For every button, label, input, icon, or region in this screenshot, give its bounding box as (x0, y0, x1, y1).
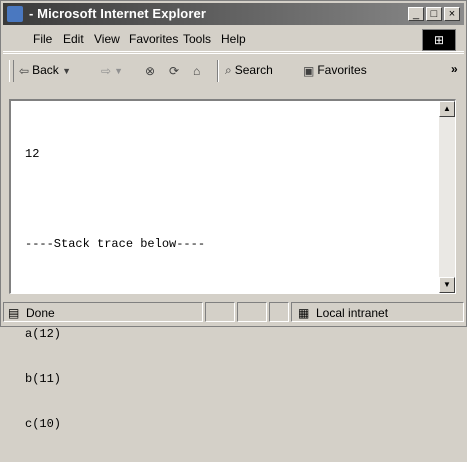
favorites-label: Favorites (317, 63, 367, 77)
output-line: 12 (25, 147, 40, 161)
scroll-down-arrow-icon[interactable]: ▼ (439, 277, 455, 293)
menu-bar: File Edit View Favorites Tools Help ⊞ (3, 27, 464, 52)
output-line: a(12) (25, 327, 62, 341)
toolbar-grip[interactable] (9, 60, 14, 82)
forward-button[interactable]: ⇨ ▼ (101, 63, 126, 78)
zone-label: Local intranet (316, 306, 389, 320)
local-intranet-icon: ▦ (298, 306, 310, 320)
refresh-button[interactable]: ⟳ (169, 63, 182, 78)
status-security-cell (237, 302, 267, 322)
home-icon: ⌂ (193, 63, 201, 78)
back-label: Back (32, 63, 59, 77)
close-button[interactable]: × (444, 7, 460, 21)
favorites-button[interactable]: ▣ Favorites (303, 63, 367, 78)
page-text: 12 ----Stack trace below---- a(12) b(11)… (25, 117, 205, 462)
forward-arrow-icon: ⇨ (101, 63, 112, 78)
search-icon: ⌕ (225, 63, 232, 78)
vertical-scrollbar[interactable]: ▲ ▼ (439, 101, 455, 293)
ie-window-icon[interactable] (7, 6, 23, 22)
scroll-up-arrow-icon[interactable]: ▲ (439, 101, 455, 117)
toolbar-overflow-button[interactable]: » (451, 62, 458, 76)
status-zone-cell: ▦ Local intranet (291, 302, 464, 322)
refresh-icon: ⟳ (169, 63, 180, 78)
windows-logo-icon: ⊞ (422, 29, 456, 51)
menu-edit[interactable]: Edit (63, 32, 84, 46)
status-progress-cell (205, 302, 235, 322)
status-text: Done (26, 306, 55, 320)
home-button[interactable]: ⌂ (193, 63, 203, 78)
maximize-button[interactable]: □ (426, 7, 442, 21)
back-button[interactable]: ⇦ Back ▼ (19, 63, 74, 78)
status-bar: ▤ Done ▦ Local intranet (3, 300, 464, 324)
stop-button[interactable]: ⊗ (145, 63, 158, 78)
standard-toolbar: ⇦ Back ▼ ⇨ ▼ ⊗ ⟳ ⌂ ⌕ Search ▣ Favorites » (3, 53, 464, 88)
title-bar[interactable]: - Microsoft Internet Explorer _ □ × (3, 3, 464, 25)
favorites-icon: ▣ (303, 63, 315, 78)
status-text-cell: ▤ Done (3, 302, 203, 322)
chevron-down-icon: ▼ (114, 65, 123, 76)
menu-file[interactable]: File (33, 32, 52, 46)
menu-view[interactable]: View (94, 32, 120, 46)
done-page-icon: ▤ (8, 306, 20, 320)
window-title: - Microsoft Internet Explorer (29, 6, 206, 21)
back-arrow-icon: ⇦ (19, 63, 30, 78)
browser-window: - Microsoft Internet Explorer _ □ × File… (0, 0, 467, 431)
output-line: c(10) (25, 417, 62, 431)
stop-icon: ⊗ (145, 63, 156, 78)
menu-help[interactable]: Help (221, 32, 246, 46)
output-line: b(11) (25, 372, 62, 386)
chevron-down-icon: ▼ (62, 65, 72, 76)
status-privacy-cell (269, 302, 289, 322)
search-label: Search (234, 63, 273, 77)
search-button[interactable]: ⌕ Search (225, 63, 273, 78)
toolbar-separator (217, 60, 219, 82)
output-line: ----Stack trace below---- (25, 237, 206, 251)
minimize-button[interactable]: _ (408, 7, 424, 21)
menu-favorites[interactable]: Favorites (129, 32, 178, 46)
page-content-area[interactable]: 12 ----Stack trace below---- a(12) b(11)… (9, 99, 456, 431)
menu-tools[interactable]: Tools (183, 32, 211, 46)
